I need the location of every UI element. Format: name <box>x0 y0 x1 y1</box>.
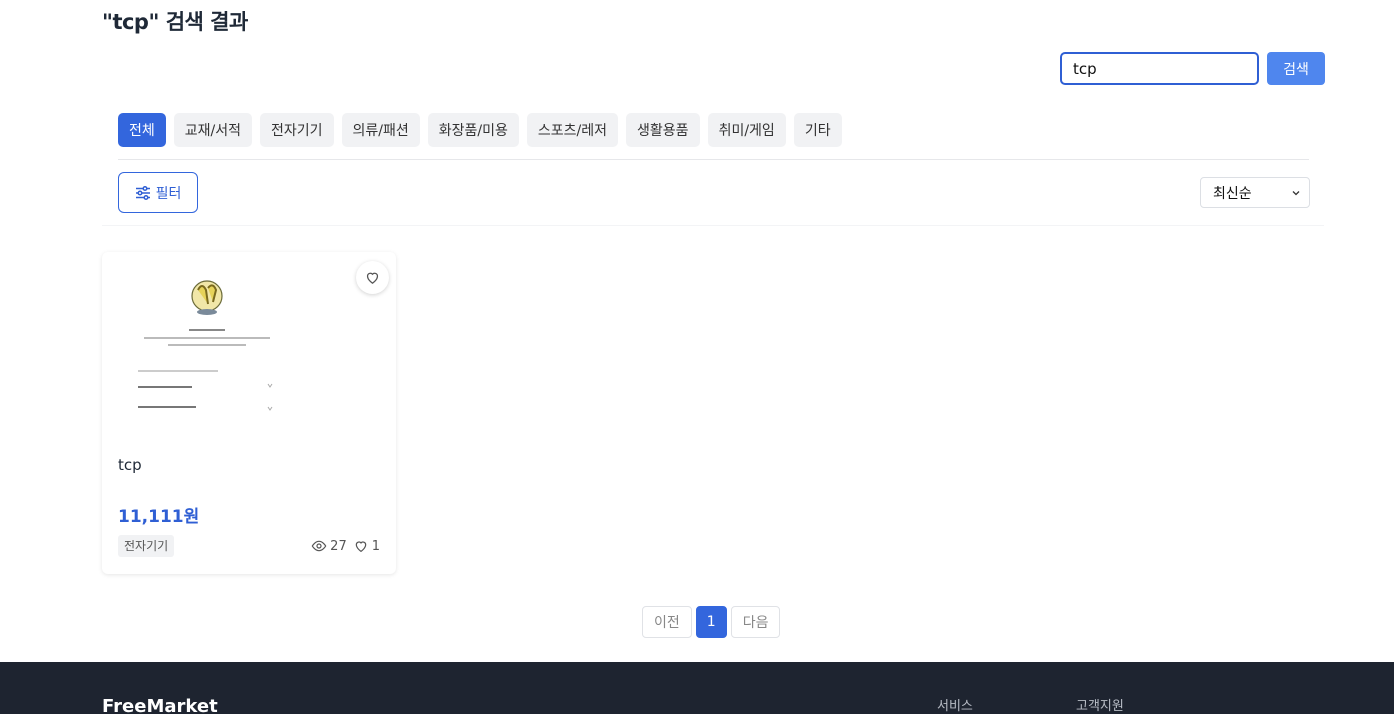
eye-icon <box>311 540 327 552</box>
tab-beauty[interactable]: 화장품/미용 <box>427 113 519 147</box>
category-tabs: 전체 교재/서적 전자기기 의류/패션 화장품/미용 스포츠/레저 생활용품 취… <box>118 113 842 147</box>
tab-living[interactable]: 생활용품 <box>626 113 700 147</box>
search-button[interactable]: 검색 <box>1267 52 1325 85</box>
footer-support-heading: 고객지원 <box>1076 699 1124 714</box>
product-price: 11,111원 <box>118 507 200 527</box>
tab-sports[interactable]: 스포츠/레저 <box>526 113 619 147</box>
search-input[interactable] <box>1060 52 1259 85</box>
category-badge: 전자기기 <box>118 535 175 557</box>
filter-label: 필터 <box>155 185 182 202</box>
sort-select[interactable]: 최신순 <box>1200 177 1310 208</box>
tab-fashion[interactable]: 의류/패션 <box>341 113 420 147</box>
product-stats: 27 1 <box>311 538 380 554</box>
page-button-1[interactable]: 1 <box>695 606 727 638</box>
tab-books[interactable]: 교재/서적 <box>173 113 253 147</box>
like-button[interactable] <box>356 261 389 294</box>
tab-electronics[interactable]: 전자기기 <box>260 113 334 147</box>
tab-etc[interactable]: 기타 <box>793 113 842 147</box>
pagination: 이전 1 다음 <box>642 606 781 638</box>
heart-icon <box>355 541 366 553</box>
tabs-divider <box>118 159 1309 160</box>
product-card[interactable]: tcp 11,111원 전자기기 27 1 <box>102 252 396 574</box>
like-count: 1 <box>353 538 380 554</box>
product-name: tcp <box>118 456 142 474</box>
footer-brand: FreeMarket <box>102 696 218 714</box>
tab-hobby[interactable]: 취미/게임 <box>707 113 786 147</box>
tab-all[interactable]: 전체 <box>118 113 166 147</box>
toolbar-divider <box>102 225 1324 226</box>
page-title: "tcp" 검색 결과 <box>102 10 248 34</box>
prev-page-button[interactable]: 이전 <box>642 606 692 638</box>
filter-button[interactable]: 필터 <box>118 172 198 213</box>
sliders-icon <box>135 185 150 200</box>
sort-selected-value: 최신순 <box>1213 185 1252 202</box>
view-count: 27 <box>311 538 347 554</box>
product-thumbnail-image <box>102 260 309 440</box>
view-count-value: 27 <box>330 538 347 554</box>
product-thumbnail <box>102 260 309 440</box>
heart-icon <box>366 272 379 284</box>
footer: FreeMarket 서비스 고객지원 <box>0 662 1394 714</box>
next-page-button[interactable]: 다음 <box>730 606 781 638</box>
like-count-value: 1 <box>371 538 380 554</box>
footer-service-heading: 서비스 <box>937 699 973 714</box>
search-bar: 검색 <box>1060 52 1325 85</box>
chevron-down-icon <box>1292 190 1300 195</box>
